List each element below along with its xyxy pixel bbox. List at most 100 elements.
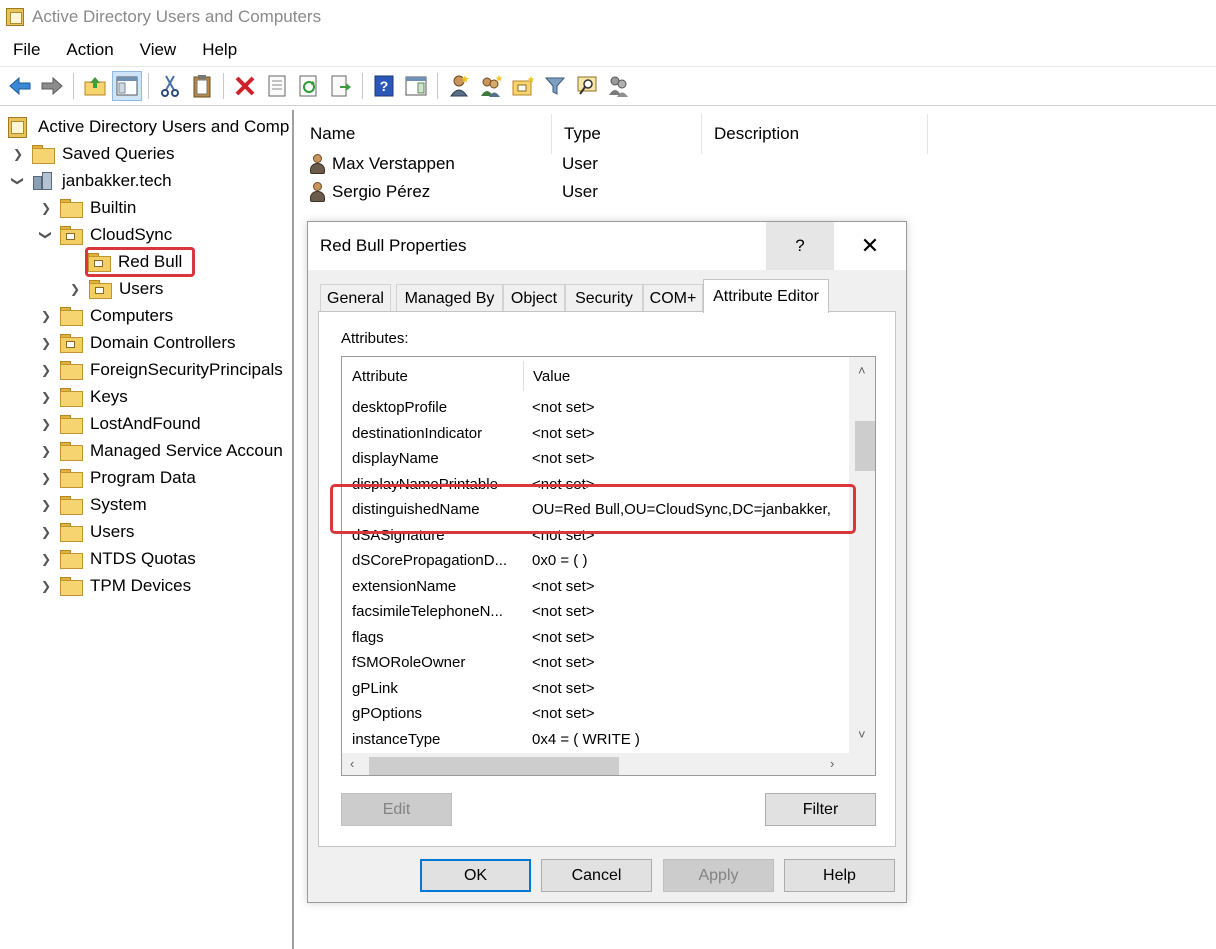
attribute-row[interactable]: displayNamePrintable <not set> xyxy=(342,472,852,497)
close-icon[interactable]: ✕ xyxy=(836,222,904,270)
attribute-row[interactable]: gPLink <not set> xyxy=(342,676,852,701)
chevron-right-icon[interactable]: ❯ xyxy=(10,147,26,161)
tree-item-program-data[interactable]: ❯ Program Data xyxy=(38,465,196,491)
scroll-up-icon[interactable]: ˄ xyxy=(858,363,866,378)
attribute-editor-panel: Attributes: Attribute Value desktopProfi… xyxy=(318,311,896,847)
clipboard-icon[interactable] xyxy=(187,71,217,101)
tree-item-users[interactable]: ❯ Users xyxy=(38,519,134,545)
help-button[interactable]: Help xyxy=(784,859,895,892)
horizontal-scrollbar[interactable]: ‹ › xyxy=(342,753,850,775)
properties-icon[interactable] xyxy=(262,71,292,101)
tree-item-ntds-quotas[interactable]: ❯ NTDS Quotas xyxy=(38,546,196,572)
column-header-value[interactable]: Value xyxy=(523,357,823,395)
tree-item-root[interactable]: Active Directory Users and Comp xyxy=(8,114,289,140)
delete-icon[interactable] xyxy=(230,71,260,101)
attribute-row[interactable]: displayName <not set> xyxy=(342,446,852,471)
scroll-right-icon[interactable]: › xyxy=(830,756,834,771)
refresh-icon[interactable] xyxy=(294,71,324,101)
chevron-right-icon[interactable]: ❯ xyxy=(38,363,54,377)
tree-item-managed-service-accounts[interactable]: ❯ Managed Service Accoun xyxy=(38,438,283,464)
column-header-description[interactable]: Description xyxy=(702,114,928,154)
tab-managed-by[interactable]: Managed By xyxy=(396,284,503,312)
chevron-right-icon[interactable]: ❯ xyxy=(38,579,54,593)
find-icon[interactable] xyxy=(572,71,602,101)
chevron-right-icon[interactable]: ❯ xyxy=(38,336,54,350)
attribute-row[interactable]: facsimileTelephoneN... <not set> xyxy=(342,599,852,624)
attribute-row[interactable]: desktopProfile <not set> xyxy=(342,395,852,420)
tab-attribute-editor[interactable]: Attribute Editor xyxy=(703,279,829,313)
tree-item-keys[interactable]: ❯ Keys xyxy=(38,384,128,410)
chevron-right-icon[interactable]: ❯ xyxy=(38,309,54,323)
tab-object[interactable]: Object xyxy=(503,284,565,312)
chevron-right-icon[interactable]: ❯ xyxy=(38,471,54,485)
menu-view[interactable]: View xyxy=(127,40,190,60)
up-folder-icon[interactable] xyxy=(80,71,110,101)
export-list-icon[interactable] xyxy=(326,71,356,101)
column-header-type[interactable]: Type xyxy=(552,114,702,154)
scroll-down-icon[interactable]: ˅ xyxy=(858,727,866,742)
chevron-right-icon[interactable]: ❯ xyxy=(38,201,54,215)
chevron-right-icon[interactable]: ❯ xyxy=(38,390,54,404)
attribute-row[interactable]: dSASignature <not set> xyxy=(342,523,852,548)
tree-item-users-ou[interactable]: ❯ Users xyxy=(67,276,163,302)
tree-item-domain[interactable]: ❯ janbakker.tech xyxy=(10,168,172,194)
chevron-right-icon[interactable]: ❯ xyxy=(38,552,54,566)
chevron-right-icon[interactable]: ❯ xyxy=(38,525,54,539)
dialog-help-button[interactable]: ? xyxy=(766,222,834,270)
scroll-left-icon[interactable]: ‹ xyxy=(350,756,354,771)
chevron-down-icon[interactable]: ❯ xyxy=(39,227,53,243)
chevron-down-icon[interactable]: ❯ xyxy=(11,173,25,189)
cut-icon[interactable] xyxy=(155,71,185,101)
show-hide-console-tree-icon[interactable] xyxy=(112,71,142,101)
new-user-icon[interactable] xyxy=(444,71,474,101)
horizontal-scroll-thumb[interactable] xyxy=(369,757,619,775)
attribute-row[interactable]: destinationIndicator <not set> xyxy=(342,421,852,446)
list-item[interactable]: Max Verstappen xyxy=(308,150,455,178)
menu-help[interactable]: Help xyxy=(189,40,250,60)
tree-item-cloudsync[interactable]: ❯ CloudSync xyxy=(38,222,172,248)
tab-security[interactable]: Security xyxy=(565,284,643,312)
menu-file[interactable]: File xyxy=(0,40,53,60)
column-header-attribute[interactable]: Attribute xyxy=(342,357,523,395)
forward-arrow-icon[interactable] xyxy=(37,71,67,101)
tree-item-lost-and-found[interactable]: ❯ LostAndFound xyxy=(38,411,201,437)
chevron-right-icon[interactable]: ❯ xyxy=(67,282,83,296)
back-arrow-icon[interactable] xyxy=(5,71,35,101)
attribute-row[interactable]: gPOptions <not set> xyxy=(342,701,852,726)
attribute-row[interactable]: extensionName <not set> xyxy=(342,574,852,599)
filter-button[interactable]: Filter xyxy=(765,793,876,826)
attribute-row[interactable]: flags <not set> xyxy=(342,625,852,650)
tab-general[interactable]: General xyxy=(320,284,391,312)
vertical-scrollbar[interactable]: ˄ ˅ xyxy=(849,357,875,754)
column-header-name[interactable]: Name xyxy=(298,114,552,154)
cancel-button[interactable]: Cancel xyxy=(541,859,652,892)
tree-item-domain-controllers[interactable]: ❯ Domain Controllers xyxy=(38,330,236,356)
chevron-right-icon[interactable]: ❯ xyxy=(38,498,54,512)
tree-item-foreign-security-principals[interactable]: ❯ ForeignSecurityPrincipals xyxy=(38,357,283,383)
tree-item-saved-queries[interactable]: ❯ Saved Queries xyxy=(10,141,174,167)
tree-item-builtin[interactable]: ❯ Builtin xyxy=(38,195,136,221)
vertical-scroll-thumb[interactable] xyxy=(855,421,875,471)
tree-item-tpm-devices[interactable]: ❯ TPM Devices xyxy=(38,573,191,599)
help-icon[interactable]: ? xyxy=(369,71,399,101)
filter-icon[interactable] xyxy=(540,71,570,101)
apply-button[interactable]: Apply xyxy=(663,859,774,892)
tab-com-plus[interactable]: COM+ xyxy=(643,284,703,312)
action-pane-icon[interactable] xyxy=(401,71,431,101)
menu-action[interactable]: Action xyxy=(53,40,126,60)
edit-button[interactable]: Edit xyxy=(341,793,452,826)
attribute-row[interactable]: distinguishedName OU=Red Bull,OU=CloudSyn… xyxy=(342,497,852,522)
tree-item-system[interactable]: ❯ System xyxy=(38,492,147,518)
attribute-row[interactable]: dSCorePropagationD... 0x0 = ( ) xyxy=(342,548,852,573)
tree-item-computers[interactable]: ❯ Computers xyxy=(38,303,173,329)
chevron-right-icon[interactable]: ❯ xyxy=(38,417,54,431)
add-to-group-icon[interactable] xyxy=(604,71,634,101)
new-ou-icon[interactable] xyxy=(508,71,538,101)
attribute-row[interactable]: instanceType 0x4 = ( WRITE ) xyxy=(342,727,852,752)
attribute-row[interactable]: fSMORoleOwner <not set> xyxy=(342,650,852,675)
chevron-right-icon[interactable]: ❯ xyxy=(38,444,54,458)
new-group-icon[interactable] xyxy=(476,71,506,101)
ok-button[interactable]: OK xyxy=(420,859,531,892)
tree-item-red-bull[interactable]: Red Bull xyxy=(88,249,183,275)
list-item[interactable]: Sergio Pérez xyxy=(308,178,430,206)
